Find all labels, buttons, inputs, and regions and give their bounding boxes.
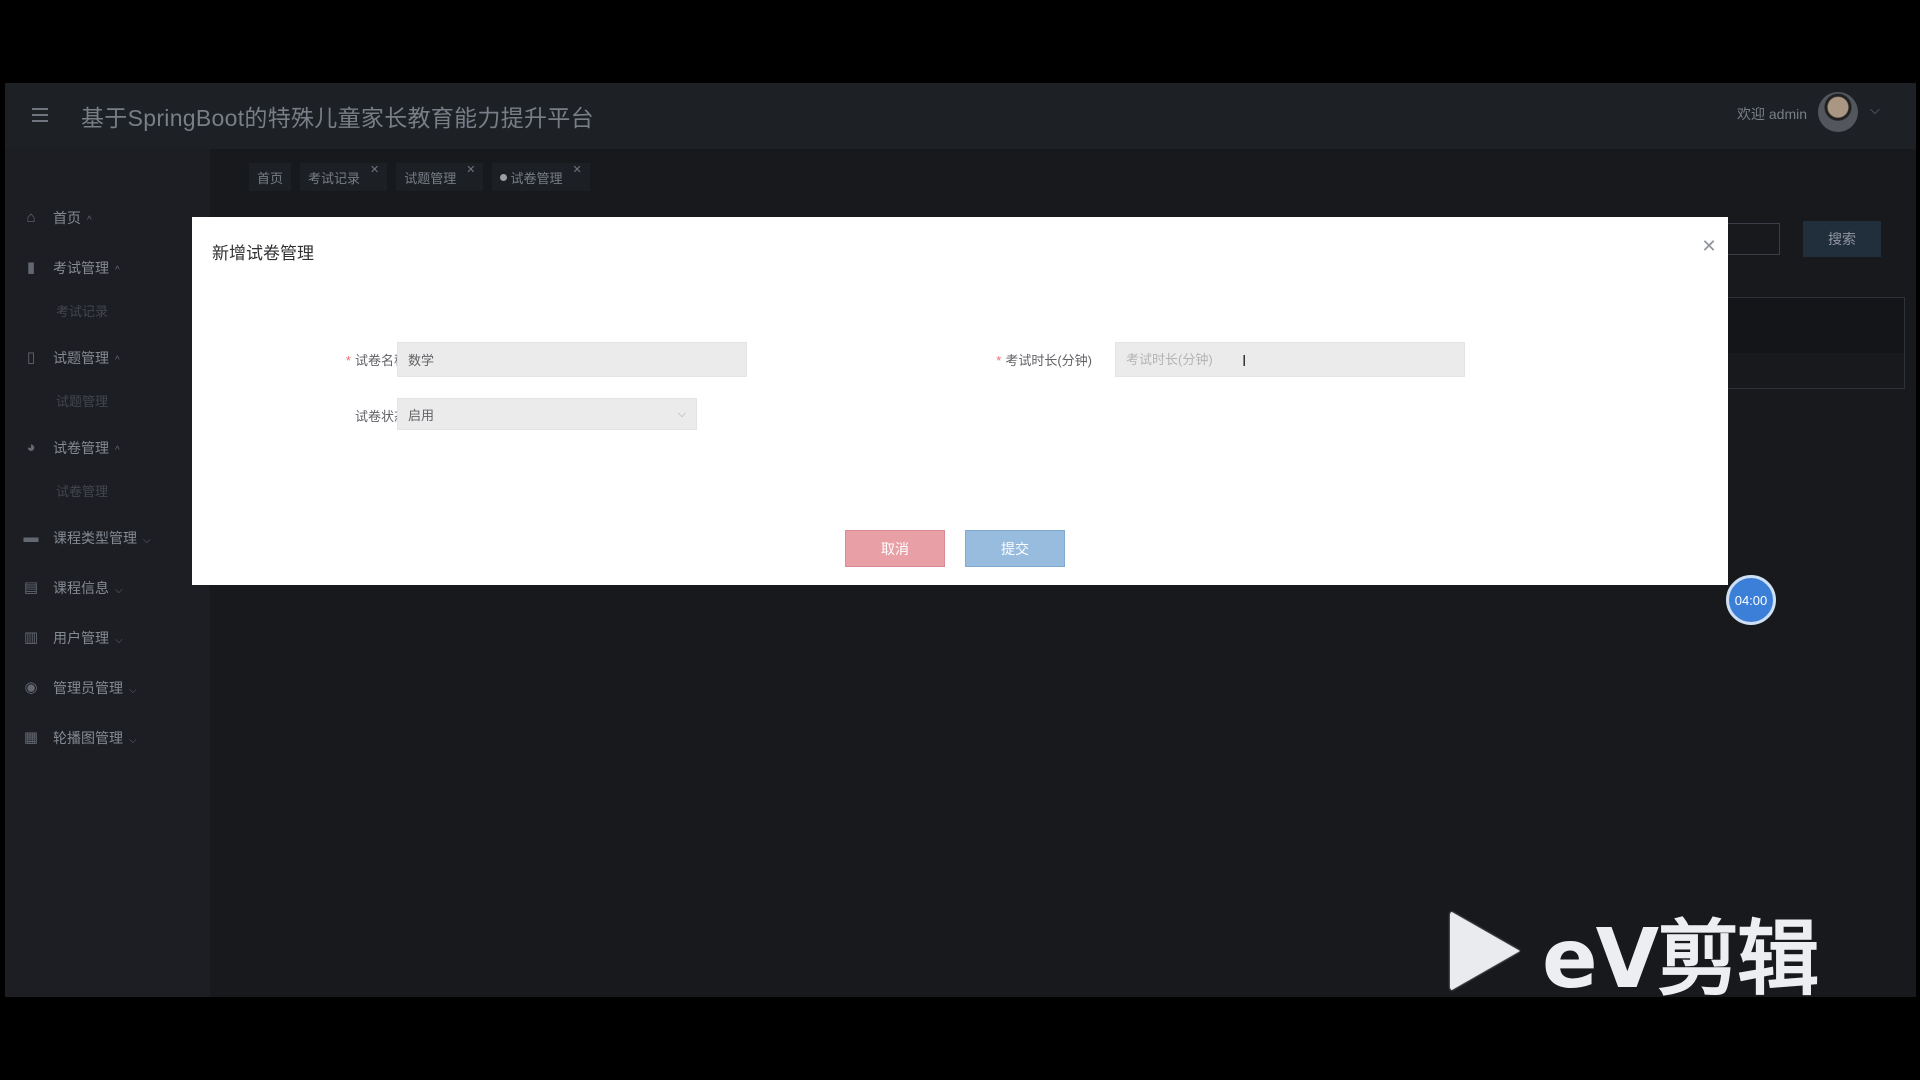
paper-status-label: 试卷状态 [354,409,407,424]
submit-button[interactable]: 提交 [965,530,1065,567]
dialog-title: 新增试卷管理 [212,244,314,263]
timer-badge[interactable]: 04:00 [1726,575,1776,625]
text-cursor-icon: I [1242,353,1247,370]
paper-name-input[interactable] [397,342,747,377]
exam-duration-input[interactable] [1115,342,1465,377]
close-icon[interactable]: ✕ [1699,236,1719,256]
watermark-text: eV剪辑 [1542,911,1819,998]
required-marker: * [345,353,351,368]
play-icon [1450,911,1520,991]
app-window: 基于SpringBoot的特殊儿童家长教育能力提升平台 欢迎 admin ⌵ ⌂… [5,83,1916,997]
select-value: 启用 [408,407,435,423]
chevron-down-icon: ⌵ [677,407,686,420]
watermark: eV剪辑 [1450,901,1819,997]
required-marker: * [996,353,1002,368]
add-paper-dialog: 新增试卷管理 ✕ *试卷名称 *考试时长(分钟) I 试卷状态 启用 ⌵ 取消 … [192,217,1728,585]
label-text: 考试时长(分钟) [1005,353,1092,368]
paper-status-select[interactable]: 启用 ⌵ [397,398,697,430]
cancel-button[interactable]: 取消 [845,530,945,567]
exam-duration-label: * 考试时长(分钟) [950,350,1092,369]
paper-name-label: * 试卷名称 [292,350,407,369]
